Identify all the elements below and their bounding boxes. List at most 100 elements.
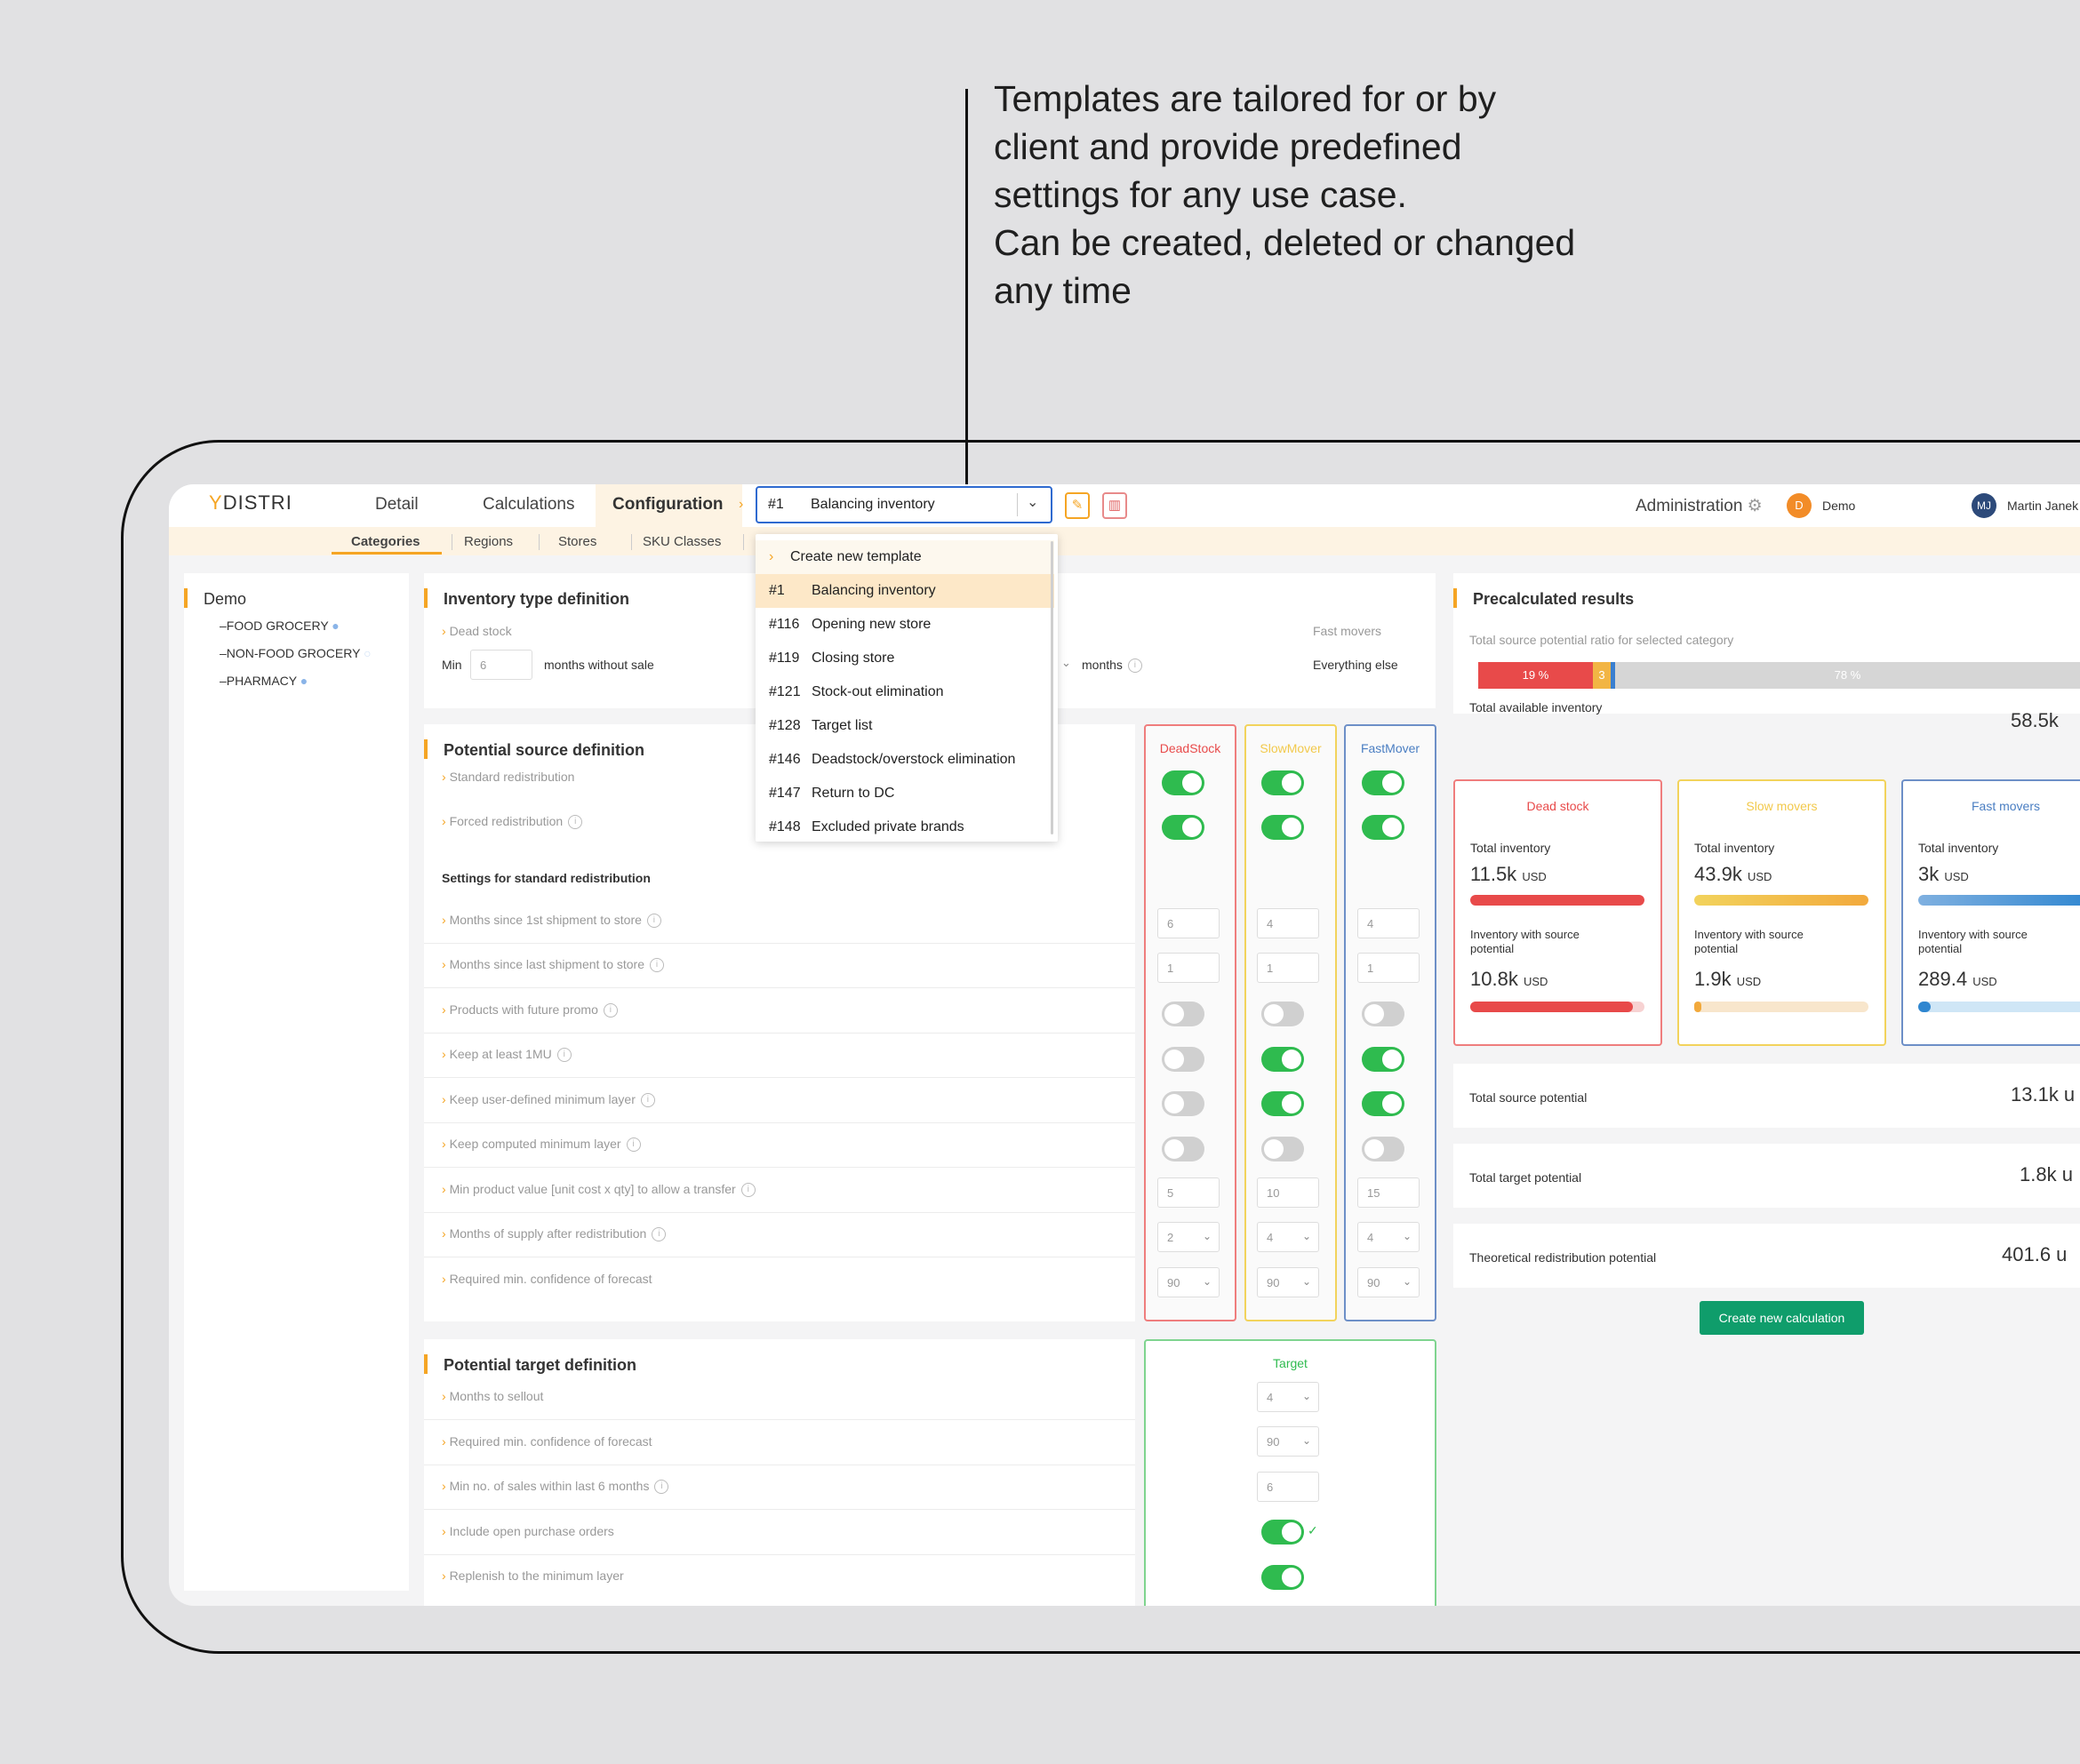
target-replenish-toggle[interactable] (1261, 1565, 1304, 1590)
source-row-label[interactable]: › Keep computed minimum layer i (442, 1137, 641, 1153)
deadstock-months-supply-select[interactable]: 2 ⌄ (1157, 1222, 1220, 1252)
slowmover-1mu-toggle[interactable] (1261, 1047, 1304, 1072)
chevron-down-icon[interactable]: ⌄ (1061, 656, 1071, 670)
template-item-148[interactable]: #148 Excluded private brands (756, 810, 1054, 844)
fastmover-first-shipment-input[interactable]: 4 (1357, 908, 1420, 938)
fastmover-computed-layer-toggle[interactable] (1362, 1137, 1404, 1161)
dropdown-scrollbar[interactable] (1051, 541, 1053, 834)
deadstock-min-value-input[interactable]: 5 (1157, 1177, 1220, 1208)
target-months-sellout-select[interactable]: 4 ⌄ (1257, 1382, 1319, 1412)
source-row-label[interactable]: › Keep at least 1MU i (442, 1047, 572, 1063)
slowmover-first-shipment-input[interactable]: 4 (1257, 908, 1319, 938)
template-item-128[interactable]: #128 Target list (756, 709, 1054, 743)
edit-template-button[interactable]: ✎ (1065, 492, 1090, 519)
slowmover-promo-toggle[interactable] (1261, 1002, 1304, 1026)
target-row-label[interactable]: › Min no. of sales within last 6 months i (442, 1479, 669, 1495)
info-icon[interactable]: i (556, 1048, 572, 1063)
org-name[interactable]: Demo (1822, 499, 1855, 513)
deadstock-standard-toggle[interactable] (1162, 770, 1204, 795)
info-icon[interactable]: i (652, 1227, 667, 1242)
source-row-label[interactable]: › Months since 1st shipment to store i (442, 913, 661, 929)
fastmover-min-value-input[interactable]: 15 (1357, 1177, 1420, 1208)
nav-detail[interactable]: Detail (375, 495, 419, 515)
info-icon[interactable]: i (640, 1093, 655, 1108)
info-icon[interactable]: i (603, 1003, 618, 1018)
fastmover-confidence-select[interactable]: 90 ⌄ (1357, 1267, 1420, 1297)
target-confidence-select[interactable]: 90 ⌄ (1257, 1426, 1319, 1457)
template-item-1[interactable]: #1 Balancing inventory (756, 574, 1054, 608)
subnav-categories[interactable]: Categories (351, 534, 420, 549)
info-icon[interactable]: i (568, 815, 583, 830)
deadstock-1mu-toggle[interactable] (1162, 1047, 1204, 1072)
subnav-separator (539, 534, 540, 550)
deadstock-confidence-select[interactable]: 90 ⌄ (1157, 1267, 1220, 1297)
template-item-146[interactable]: #146 Deadstock/overstock elimination (756, 743, 1054, 777)
slowmover-months-supply-select[interactable]: 4 ⌄ (1257, 1222, 1319, 1252)
fastmover-user-layer-toggle[interactable] (1362, 1091, 1404, 1116)
fastmover-1mu-toggle[interactable] (1362, 1047, 1404, 1072)
template-item-147[interactable]: #147 Return to DC (756, 777, 1054, 810)
source-row-label[interactable]: › Required min. confidence of forecast (442, 1272, 652, 1286)
info-icon[interactable]: i (654, 1480, 669, 1495)
target-row-label[interactable]: › Required min. confidence of forecast (442, 1434, 652, 1449)
deadstock-first-shipment-input[interactable]: 6 (1157, 908, 1220, 938)
nav-configuration[interactable]: Configuration (612, 495, 724, 515)
tree-item-food-grocery[interactable]: –FOOD GROCERY ● (220, 619, 340, 633)
slowmover-last-shipment-input[interactable]: 1 (1257, 953, 1319, 983)
fastmover-forced-toggle[interactable] (1362, 815, 1404, 840)
standard-redistribution-label[interactable]: › Standard redistribution (442, 770, 574, 784)
app-logo[interactable]: YDISTRI (209, 491, 292, 515)
fastmover-promo-toggle[interactable] (1362, 1002, 1404, 1026)
template-item-121[interactable]: #121 Stock-out elimination (756, 675, 1054, 709)
administration-link[interactable]: Administration ⚙ (1636, 496, 1763, 516)
target-row-label[interactable]: › Replenish to the minimum layer (442, 1568, 624, 1583)
slowmover-forced-toggle[interactable] (1261, 815, 1304, 840)
source-row-label[interactable]: › Products with future promo i (442, 1002, 618, 1018)
slowmover-standard-toggle[interactable] (1261, 770, 1304, 795)
create-calculation-button[interactable]: Create new calculation (1700, 1301, 1864, 1335)
deadstock-forced-toggle[interactable] (1162, 815, 1204, 840)
tree-root[interactable]: Demo (204, 590, 246, 609)
deadstock-promo-toggle[interactable] (1162, 1002, 1204, 1026)
dead-stock-label[interactable]: › Dead stock (442, 624, 512, 638)
subnav-sku-classes[interactable]: SKU Classes (643, 534, 721, 549)
source-row-label[interactable]: › Months of supply after redistribution i (442, 1226, 667, 1242)
deadstock-computed-layer-toggle[interactable] (1162, 1137, 1204, 1161)
source-row-label[interactable]: › Keep user-defined minimum layer i (442, 1092, 655, 1108)
template-item-116[interactable]: #116 Opening new store (756, 608, 1054, 642)
dead-stock-months-input[interactable]: 6 (470, 650, 532, 680)
forced-redistribution-label[interactable]: › Forced redistribution i (442, 814, 583, 830)
info-icon[interactable]: i (626, 1137, 641, 1153)
info-icon[interactable]: i (646, 914, 661, 929)
target-min-sales-input[interactable]: 6 (1257, 1472, 1319, 1502)
slowmover-min-value-input[interactable]: 10 (1257, 1177, 1319, 1208)
user-avatar[interactable]: MJ (1972, 493, 1996, 518)
target-row-label[interactable]: › Months to sellout (442, 1389, 543, 1403)
create-template-item[interactable]: › Create new template (756, 540, 1054, 574)
slowmover-confidence-select[interactable]: 90 ⌄ (1257, 1267, 1319, 1297)
user-name[interactable]: Martin Janek (2007, 499, 2078, 513)
deadstock-last-shipment-input[interactable]: 1 (1157, 953, 1220, 983)
template-item-119[interactable]: #119 Closing store (756, 642, 1054, 675)
source-row-label[interactable]: › Min product value [unit cost x qty] to… (442, 1182, 756, 1198)
info-icon[interactable]: i (650, 958, 664, 973)
fastmover-last-shipment-input[interactable]: 1 (1357, 953, 1420, 983)
fastmover-months-supply-select[interactable]: 4 ⌄ (1357, 1222, 1420, 1252)
template-select[interactable]: #1 Balancing inventory ⌄ (756, 486, 1052, 523)
subnav-stores[interactable]: Stores (558, 534, 596, 549)
nav-calculations[interactable]: Calculations (483, 495, 575, 515)
tree-item-pharmacy[interactable]: –PHARMACY ● (220, 674, 308, 688)
target-open-po-toggle[interactable] (1261, 1520, 1304, 1544)
source-row-label[interactable]: › Months since last shipment to store i (442, 957, 664, 973)
org-avatar[interactable]: D (1787, 493, 1812, 518)
tree-item-non-food-grocery[interactable]: –NON-FOOD GROCERY ○ (220, 646, 372, 660)
subnav-regions[interactable]: Regions (464, 534, 513, 549)
info-icon[interactable]: i (740, 1183, 756, 1198)
deadstock-user-layer-toggle[interactable] (1162, 1091, 1204, 1116)
delete-template-button[interactable]: ▥ (1102, 492, 1127, 519)
info-icon[interactable]: i (1127, 659, 1142, 674)
target-row-label[interactable]: › Include open purchase orders (442, 1524, 614, 1538)
fastmover-standard-toggle[interactable] (1362, 770, 1404, 795)
slowmover-computed-layer-toggle[interactable] (1261, 1137, 1304, 1161)
slowmover-user-layer-toggle[interactable] (1261, 1091, 1304, 1116)
